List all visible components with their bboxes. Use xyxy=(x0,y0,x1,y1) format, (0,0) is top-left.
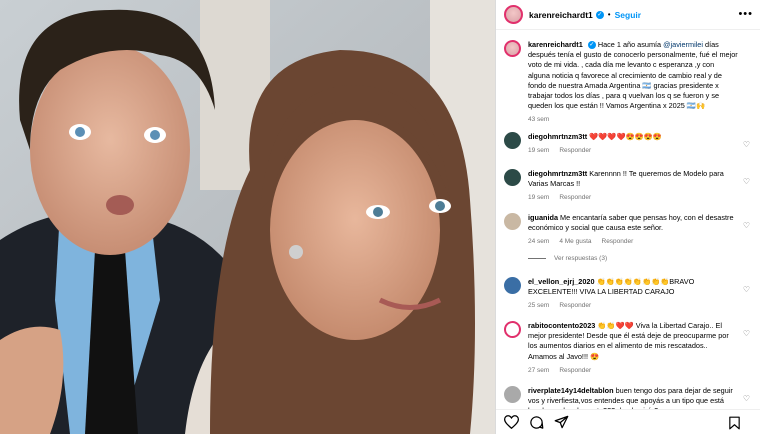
comment-item: riverplate14y14deltablon buen tengo dos … xyxy=(504,386,754,409)
like-heart-icon[interactable]: ♡ xyxy=(743,329,750,338)
author-avatar[interactable] xyxy=(504,5,523,24)
comment-text: Me encantaría saber que pensas hoy, con … xyxy=(528,213,734,233)
caption-mention[interactable]: @javiermilei xyxy=(663,40,703,49)
separator-dot: • xyxy=(607,10,611,19)
comment-item: diegohmrtnzm3tt ❤️❤️❤️❤️😍😍😍😍 19 sem Respo… xyxy=(504,132,754,156)
comment-item: rabitocontento2023 👏👏❤️❤️ Viva la Libert… xyxy=(504,321,754,376)
comment-time: 24 sem xyxy=(528,238,550,246)
more-options-icon[interactable]: ••• xyxy=(738,8,753,20)
author-username[interactable]: karenreichardt1 xyxy=(529,10,593,20)
comment-username[interactable]: el_vellon_ejrj_2020 xyxy=(528,277,595,286)
caption: karenreichardt1 ✓ Hace 1 año asumía @jav… xyxy=(504,40,754,126)
commenter-avatar[interactable] xyxy=(504,277,521,294)
share-icon[interactable] xyxy=(554,415,569,429)
verified-badge-icon: ✓ xyxy=(595,10,604,19)
like-heart-icon[interactable]: ♡ xyxy=(743,394,750,403)
see-replies-label: Ver respuestas (3) xyxy=(554,255,608,262)
comment-username[interactable]: riverplate14y14deltablon xyxy=(528,386,614,395)
verified-badge-icon: ✓ xyxy=(587,41,596,50)
comment-text: ❤️❤️❤️❤️😍😍😍😍 xyxy=(589,132,662,141)
divider-line xyxy=(528,258,546,259)
caption-text-1: Hace 1 año asumía xyxy=(597,40,664,49)
commenter-avatar[interactable] xyxy=(504,132,521,149)
selfie-image xyxy=(0,0,495,434)
comment-item: el_vellon_ejrj_2020 👏👏👏👏👏👏👏👏BRAVO EXCELE… xyxy=(504,277,754,312)
like-heart-icon[interactable]: ♡ xyxy=(743,285,750,294)
caption-text-2: días después tenía el gusto de conocerlo… xyxy=(528,40,738,111)
like-heart-icon[interactable]: ♡ xyxy=(743,177,750,186)
reply-button[interactable]: Responder xyxy=(602,238,634,245)
post-header: karenreichardt1 ✓ • Seguir ••• xyxy=(496,0,760,30)
comment-icon[interactable] xyxy=(529,415,544,430)
comment-time: 27 sem xyxy=(528,366,550,374)
like-heart-icon[interactable]: ♡ xyxy=(743,140,750,149)
comment-username[interactable]: iguanida xyxy=(528,213,558,222)
like-heart-icon[interactable]: ♡ xyxy=(743,221,750,230)
follow-button[interactable]: Seguir xyxy=(615,10,641,20)
comment-username[interactable]: diegohmrtnzm3tt xyxy=(528,169,587,178)
comment-time: 19 sem xyxy=(528,147,550,155)
comment-username[interactable]: diegohmrtnzm3tt xyxy=(528,132,587,141)
caption-avatar[interactable] xyxy=(504,40,521,57)
comment-time: 25 sem xyxy=(528,302,550,310)
post-panel: karenreichardt1 ✓ • Seguir ••• karenreic… xyxy=(495,0,760,434)
comment-item: diegohmrtnzm3tt Karennnn !! Te queremos … xyxy=(504,169,754,204)
caption-time: 43 sem xyxy=(528,116,550,124)
commenter-avatar[interactable] xyxy=(504,169,521,186)
post-actions xyxy=(496,409,760,434)
heart-icon[interactable] xyxy=(504,415,519,429)
comment-time: 19 sem xyxy=(528,194,550,202)
comment-item: iguanida Me encantaría saber que pensas … xyxy=(504,213,754,248)
bookmark-icon[interactable] xyxy=(728,416,741,430)
comment-likes[interactable]: 4 Me gusta xyxy=(559,238,591,245)
reply-button[interactable]: Responder xyxy=(559,194,591,201)
reply-button[interactable]: Responder xyxy=(559,147,591,154)
commenter-avatar[interactable] xyxy=(504,386,521,403)
caption-username[interactable]: karenreichardt1 xyxy=(528,40,583,49)
commenter-avatar[interactable] xyxy=(504,321,521,338)
see-replies[interactable]: Ver respuestas (3) xyxy=(528,255,607,262)
reply-button[interactable]: Responder xyxy=(559,367,591,374)
reply-button[interactable]: Responder xyxy=(559,302,591,309)
comments-scroll[interactable]: karenreichardt1 ✓ Hace 1 año asumía @jav… xyxy=(496,31,760,409)
comment-username[interactable]: rabitocontento2023 xyxy=(528,321,595,330)
commenter-avatar[interactable] xyxy=(504,213,521,230)
post-photo xyxy=(0,0,495,434)
